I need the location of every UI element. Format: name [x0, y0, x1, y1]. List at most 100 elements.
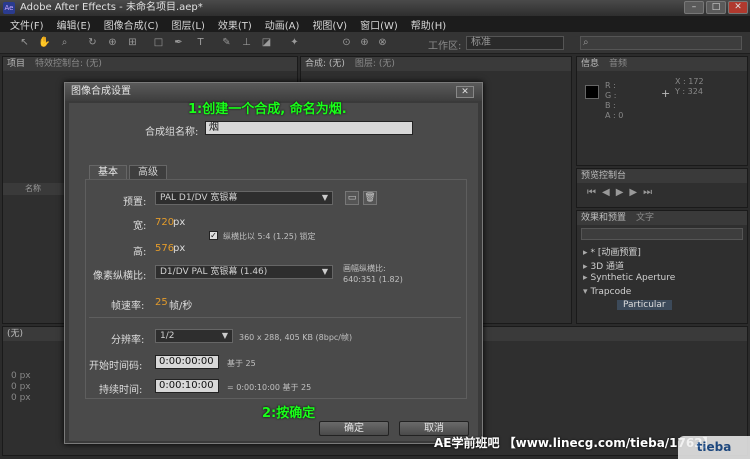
clone-stamp-tool-icon[interactable]: ⊥ [240, 36, 253, 49]
framerate-unit: 帧/秒 [169, 301, 193, 312]
pan-behind-tool-icon[interactable]: ⊞ [126, 36, 139, 49]
hand-tool-icon[interactable]: ✋ [38, 36, 51, 49]
preset-trapcode[interactable]: ▾ Trapcode [583, 287, 631, 297]
tab-audio[interactable]: 音频 [609, 57, 627, 71]
menu-composition[interactable]: 图像合成(C) [104, 17, 159, 32]
info-panel-tabs: 信息 音频 [577, 57, 747, 71]
menu-animation[interactable]: 动画(A) [265, 17, 300, 32]
tools-toolbar: ↖ ✋ ⌕ ↻ ⊕ ⊞ □ ✒ T ✎ ⊥ ◪ ✦ ⊙ ⊕ ⊗ 工作区: 标准 … [0, 32, 750, 54]
title-bar: Ae Adobe After Effects - 未命名项目.aep* – □ … [0, 0, 750, 16]
expand-arrow-icon: ▸ [583, 273, 588, 283]
view-axis-icon[interactable]: ⊗ [376, 36, 389, 49]
rotate-tool-icon[interactable]: ↻ [86, 36, 99, 49]
maximize-button[interactable]: □ [706, 1, 726, 14]
menu-bar: 文件(F) 编辑(E) 图像合成(C) 图层(L) 效果(T) 动画(A) 视图… [0, 16, 750, 32]
world-axis-icon[interactable]: ⊕ [358, 36, 371, 49]
lock-aspect-checkbox[interactable]: ✓ [209, 231, 218, 240]
menu-help[interactable]: 帮助(H) [411, 17, 446, 32]
menu-edit[interactable]: 编辑(E) [57, 17, 91, 32]
pen-tool-icon[interactable]: ✒ [172, 36, 185, 49]
tab-project[interactable]: 项目 [7, 57, 25, 71]
info-x: X : 172 [675, 77, 704, 86]
pixel-aspect-select[interactable]: D1/DV PAL 宽银幕 (1.46) ▼ [155, 265, 333, 279]
tab-text[interactable]: 文字 [636, 211, 654, 225]
text-tool-icon[interactable]: T [194, 36, 207, 49]
menu-window[interactable]: 窗口(W) [360, 17, 398, 32]
frame-aspect-label: 画幅纵横比: [343, 264, 386, 273]
zoom-tool-icon[interactable]: ⌕ [58, 36, 71, 49]
width-label: 宽: [133, 221, 147, 232]
comp-name-input[interactable]: 烟 [205, 121, 413, 135]
divider [89, 317, 461, 318]
eraser-tool-icon[interactable]: ◪ [260, 36, 273, 49]
tieba-logo: tieba [678, 436, 750, 459]
effects-presets-panel: 效果和预置 文字 ▸ * [动画预置] ▸ 3D 通道 ▸ Synthetic Ape… [576, 210, 748, 324]
preset-select[interactable]: PAL D1/DV 宽银幕 ▼ [155, 191, 333, 205]
menu-effect[interactable]: 效果(T) [218, 17, 252, 32]
tab-composition[interactable]: 合成: (无) [305, 57, 345, 71]
project-column-header[interactable]: 名称 [3, 183, 69, 195]
tab-layer[interactable]: 图层: (无) [355, 57, 395, 71]
delete-preset-trash-icon[interactable]: 🗑 [363, 191, 377, 205]
color-swatch [585, 85, 599, 99]
frame-aspect-value: 640:351 (1.82) [343, 275, 403, 284]
selection-tool-icon[interactable]: ↖ [18, 36, 31, 49]
help-search-input[interactable]: ⌕ [580, 36, 742, 50]
ok-button[interactable]: 确定 [319, 421, 389, 436]
tab-effects-presets[interactable]: 效果和预置 [581, 211, 626, 225]
height-value[interactable]: 576 [155, 243, 174, 254]
dropdown-caret-icon: ▼ [321, 193, 328, 202]
preset-particular[interactable]: Particular [617, 300, 672, 310]
local-axis-icon[interactable]: ⊙ [340, 36, 353, 49]
info-r: R : [605, 81, 616, 90]
menu-layer[interactable]: 图层(L) [171, 17, 204, 32]
save-preset-button[interactable]: ▭ [345, 191, 359, 205]
preview-panel-tabs: 预览控制台 [577, 169, 747, 183]
framerate-value[interactable]: 25 [155, 297, 168, 308]
minimize-button[interactable]: – [684, 1, 704, 14]
info-xy: X : 172 Y : 324 [675, 77, 704, 97]
after-effects-app-icon: Ae [3, 2, 15, 14]
camera-tool-icon[interactable]: ⊕ [106, 36, 119, 49]
framerate-label: 帧速率: [111, 301, 145, 312]
menu-file[interactable]: 文件(F) [10, 17, 44, 32]
tab-info[interactable]: 信息 [581, 57, 599, 71]
height-label: 高: [133, 247, 147, 258]
dialog-close-button[interactable]: ✕ [456, 86, 474, 98]
resolution-select[interactable]: 1/2 ▼ [155, 329, 233, 343]
preview-controls[interactable]: ⏮◀▶▶⏭ [587, 187, 658, 198]
brush-tool-icon[interactable]: ✎ [220, 36, 233, 49]
tab-advanced[interactable]: 高级 [129, 165, 167, 179]
resolution-label: 分辨率: [111, 335, 145, 346]
pixel-aspect-label: 像素纵横比: [93, 271, 147, 282]
tab-effect-controls[interactable]: 特效控制台: (无) [35, 57, 102, 71]
rectangle-tool-icon[interactable]: □ [152, 36, 165, 49]
info-g: G : [605, 91, 617, 100]
preset-3d-channel[interactable]: ▸ 3D 通道 [583, 259, 624, 272]
composition-panel-tabs: 合成: (无) 图层: (无) [301, 57, 571, 71]
dialog-body: 合成组名称: 烟 基本 高级 预置: PAL D1/DV 宽银幕 ▼ ▭ 🗑 宽… [69, 103, 478, 441]
workspace-select[interactable]: 标准 [466, 36, 564, 50]
resolution-info: 360 x 288, 405 KB (8bpc/帧) [239, 333, 353, 342]
start-timecode-input[interactable]: 0:00:00:00 [155, 355, 219, 369]
menu-view[interactable]: 视图(V) [312, 17, 347, 32]
duration-info: = 0:00:10:00 基于 25 [227, 383, 312, 392]
puppet-tool-icon[interactable]: ✦ [288, 36, 301, 49]
timeline-values: 0 px 0 px 0 px [11, 371, 31, 403]
width-value[interactable]: 720 [155, 217, 174, 228]
project-panel-tabs: 项目 特效控制台: (无) [3, 57, 297, 71]
window-title: Adobe After Effects - 未命名项目.aep* [20, 2, 203, 13]
info-rgba: R : G : B : A : 0 [605, 81, 623, 121]
tab-preview[interactable]: 预览控制台 [581, 169, 626, 183]
composition-settings-dialog: 图像合成设置 ✕ 合成组名称: 烟 基本 高级 预置: PAL D1/DV 宽银… [64, 82, 483, 444]
effects-search-input[interactable] [581, 228, 743, 240]
comp-name-label: 合成组名称: [145, 127, 199, 138]
expand-arrow-icon: ▸ [583, 262, 588, 272]
close-window-button[interactable]: ✕ [728, 1, 748, 14]
tab-basic[interactable]: 基本 [89, 165, 127, 179]
crosshair-icon: + [661, 87, 671, 100]
tab-timeline[interactable]: (无) [7, 327, 23, 341]
preset-synthetic-aperture[interactable]: ▸ Synthetic Aperture [583, 273, 675, 283]
preset-animation-presets[interactable]: ▸ * [动画预置] [583, 245, 641, 258]
duration-input[interactable]: 0:00:10:00 [155, 379, 219, 393]
